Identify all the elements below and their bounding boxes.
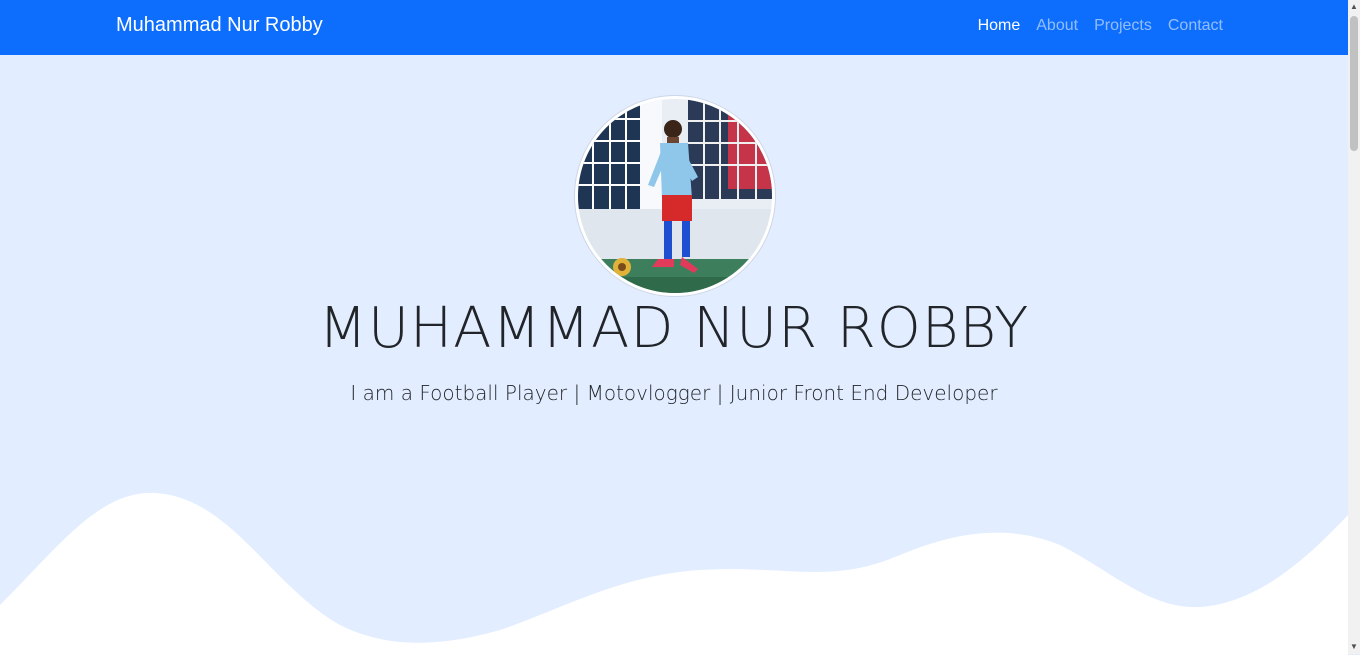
hero-title: MUHAMMAD NUR ROBBY bbox=[318, 296, 1030, 361]
football-player-photo bbox=[578, 99, 772, 293]
wave-divider bbox=[0, 492, 1348, 655]
scroll-up-icon[interactable]: ▲ bbox=[1348, 0, 1360, 14]
hero-lead: I am a Football Player | Motovlogger | J… bbox=[350, 381, 998, 405]
page-scrollbar[interactable]: ▲ ▼ bbox=[1348, 0, 1360, 654]
navbar: Muhammad Nur Robby Home About Projects C… bbox=[0, 0, 1348, 55]
nav-link-projects[interactable]: Projects bbox=[1094, 17, 1152, 35]
nav-link-contact[interactable]: Contact bbox=[1168, 17, 1223, 35]
scroll-thumb[interactable] bbox=[1350, 16, 1358, 151]
scroll-down-icon[interactable]: ▼ bbox=[1348, 640, 1360, 654]
nav-link-home[interactable]: Home bbox=[978, 17, 1021, 35]
navbar-brand[interactable]: Muhammad Nur Robby bbox=[116, 14, 323, 37]
nav-links: Home About Projects Contact bbox=[978, 17, 1223, 35]
hero-section: MUHAMMAD NUR ROBBY I am a Football Playe… bbox=[0, 55, 1348, 655]
profile-photo bbox=[575, 96, 775, 296]
nav-link-about[interactable]: About bbox=[1036, 17, 1078, 35]
